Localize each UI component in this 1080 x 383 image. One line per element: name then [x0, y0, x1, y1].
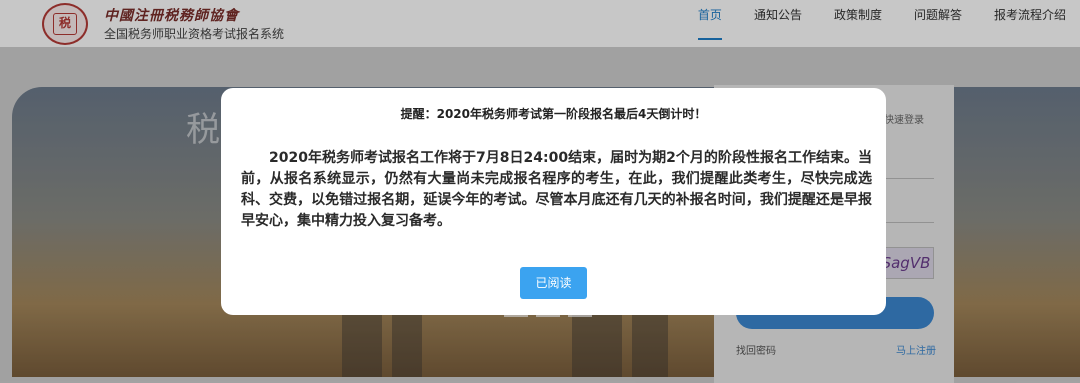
modal-title: 提醒：2020年税务师考试第一阶段报名最后4天倒计时！ [400, 107, 707, 121]
modal-body-text: 2020年税务师考试报名工作将于7月8日24:00结束，届时为期2个月的阶段性报… [241, 150, 872, 229]
reminder-modal: 提醒：2020年税务师考试第一阶段报名最后4天倒计时！ 2020年税务师考试报名… [221, 88, 886, 315]
mark-read-button[interactable]: 已阅读 [520, 267, 587, 299]
